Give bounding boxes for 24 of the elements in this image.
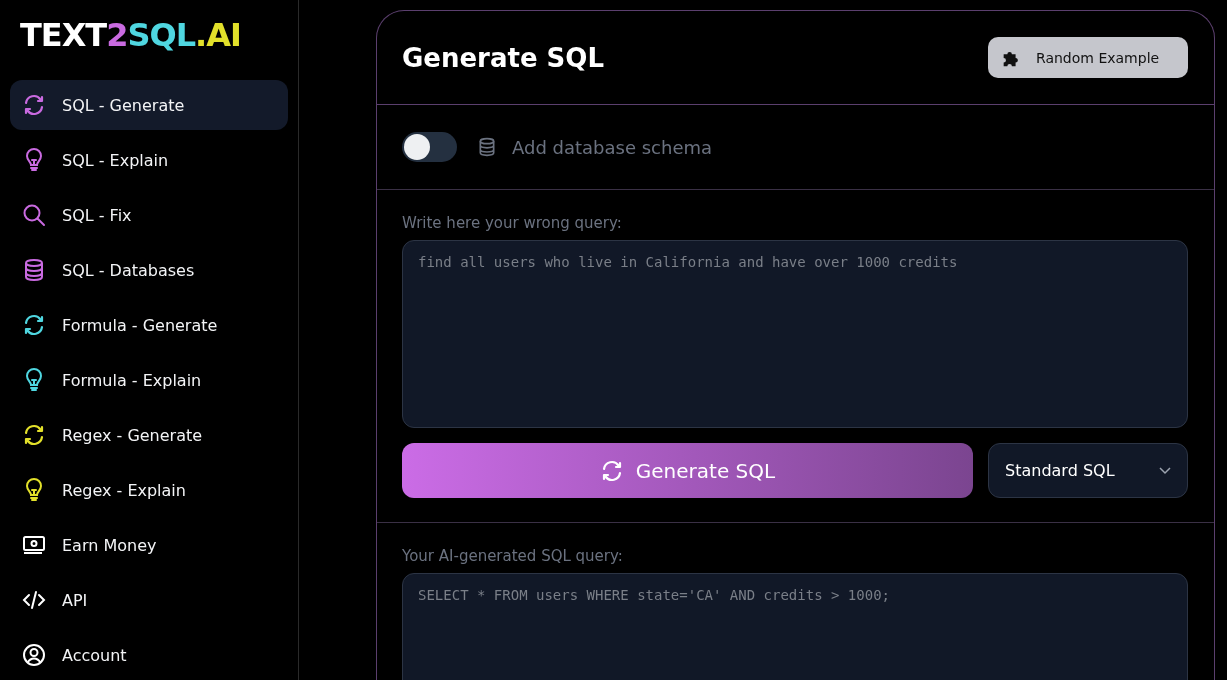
schema-toggle[interactable]	[402, 132, 457, 162]
sql-output-field[interactable]: SELECT * FROM users WHERE state='CA' AND credits > 1000;	[402, 573, 1188, 680]
sidebar-item[interactable]: Regex - Explain	[10, 465, 288, 515]
random-example-button[interactable]: Random Example	[988, 37, 1188, 78]
sidebar-item[interactable]: Regex - Generate	[10, 410, 288, 460]
sql-dialect-dropdown[interactable]: Standard SQL	[988, 443, 1188, 498]
chevron-down-icon	[1159, 466, 1171, 475]
sidebar-item[interactable]: API	[10, 575, 288, 625]
field-label: Write here your wrong query:	[402, 214, 623, 232]
logo[interactable]: TEXT2SQL.AI	[10, 14, 251, 68]
sidebar-item[interactable]: Formula - Generate	[10, 300, 288, 350]
sidebar-item[interactable]: Account	[10, 630, 288, 680]
sidebar-item[interactable]: Earn Money	[10, 520, 288, 570]
sidebar-item[interactable]: SQL - Fix	[10, 190, 288, 240]
query-input-field[interactable]: find all users who live in California and have over 1000 credits	[402, 240, 1188, 428]
field-label: Your AI-generated SQL query:	[402, 547, 624, 565]
database-icon	[477, 137, 497, 157]
sidebar-item[interactable]: Formula - Explain	[10, 355, 288, 405]
schema-toggle-label: Add database schema	[512, 136, 713, 158]
sidebar-item[interactable]: SQL - Databases	[10, 245, 288, 295]
sidebar-item[interactable]: SQL - Generate	[10, 80, 288, 130]
generate-sql-button[interactable]: Generate SQL	[402, 443, 973, 498]
sidebar-item[interactable]: SQL - Explain	[10, 135, 288, 185]
card-title: Generate SQL	[402, 42, 604, 73]
